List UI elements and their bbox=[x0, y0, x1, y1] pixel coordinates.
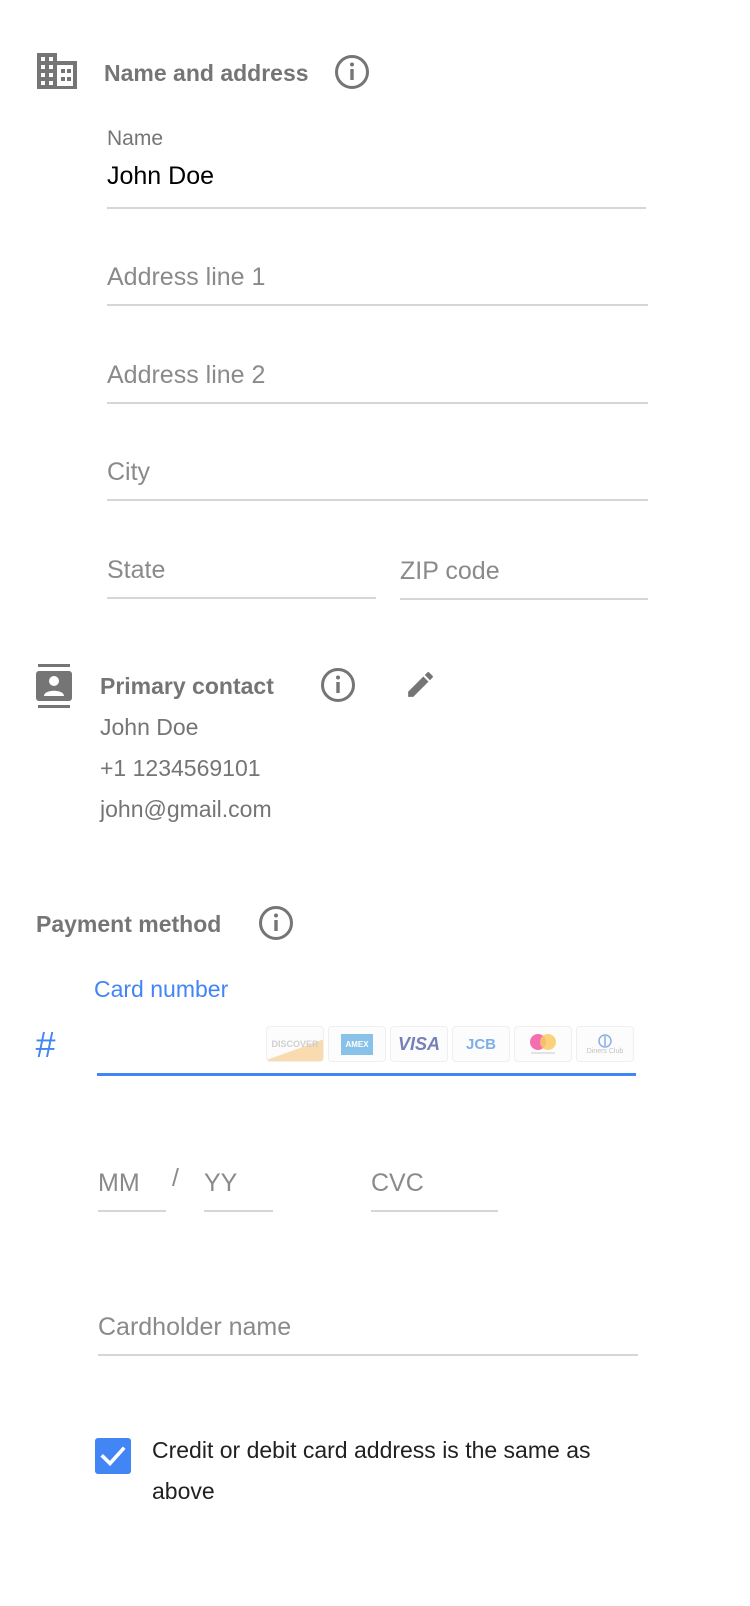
zip-code-input[interactable]: ZIP code bbox=[400, 533, 648, 600]
state-placeholder: State bbox=[107, 556, 166, 584]
mastercard-logo bbox=[514, 1026, 572, 1062]
contact-name: John Doe bbox=[100, 714, 199, 740]
contact-email: john@gmail.com bbox=[100, 796, 272, 822]
amex-logo: AMEX bbox=[328, 1026, 386, 1062]
cardholder-name-input[interactable]: Cardholder name bbox=[98, 1292, 638, 1356]
address-line-2-input[interactable]: Address line 2 bbox=[107, 338, 648, 404]
name-field[interactable]: Name John Doe bbox=[107, 120, 646, 209]
diners-club-logo: Diners Club bbox=[576, 1026, 634, 1062]
info-icon[interactable] bbox=[320, 667, 356, 703]
checkmark-icon bbox=[100, 1446, 126, 1467]
hash-icon: # bbox=[35, 1024, 56, 1065]
state-input[interactable]: State bbox=[107, 533, 376, 599]
name-label: Name bbox=[107, 127, 164, 150]
cvc-placeholder: CVC bbox=[371, 1169, 424, 1197]
zip-code-placeholder: ZIP code bbox=[400, 557, 500, 585]
same-address-checkbox[interactable] bbox=[95, 1438, 131, 1474]
visa-logo: VISA bbox=[390, 1026, 448, 1062]
expiry-year-input[interactable]: YY bbox=[204, 1148, 273, 1212]
section-title-primary-contact: Primary contact bbox=[100, 673, 274, 699]
cardholder-name-placeholder: Cardholder name bbox=[98, 1313, 292, 1341]
address-line-2-placeholder: Address line 2 bbox=[107, 361, 266, 389]
name-value: John Doe bbox=[107, 162, 215, 190]
expiry-separator: / bbox=[172, 1164, 179, 1192]
city-placeholder: City bbox=[107, 458, 151, 486]
amex-logo-text: AMEX bbox=[341, 1033, 373, 1055]
section-title-payment-method: Payment method bbox=[36, 911, 222, 937]
same-address-label[interactable]: Credit or debit card address is the same… bbox=[152, 1430, 652, 1512]
diners-club-logo-text: Diners Club bbox=[586, 1047, 624, 1055]
contact-card-icon bbox=[36, 664, 72, 708]
card-number-input[interactable]: DISCOVER AMEX VISA JCB Diners Club bbox=[97, 1020, 636, 1076]
expiry-month-input[interactable]: MM bbox=[98, 1148, 166, 1212]
address-line-1-input[interactable]: Address line 1 bbox=[107, 240, 648, 306]
info-icon[interactable] bbox=[334, 54, 370, 90]
city-input[interactable]: City bbox=[107, 435, 648, 501]
expiry-month-placeholder: MM bbox=[98, 1169, 140, 1197]
building-icon bbox=[37, 53, 77, 89]
section-title-name-address: Name and address bbox=[104, 60, 309, 86]
card-number-label: Card number bbox=[94, 976, 229, 1002]
cvc-input[interactable]: CVC bbox=[371, 1148, 498, 1212]
card-logos: DISCOVER AMEX VISA JCB Diners Club bbox=[266, 1026, 634, 1062]
pencil-icon[interactable] bbox=[404, 668, 437, 701]
jcb-logo: JCB bbox=[452, 1026, 510, 1062]
contact-phone: +1 1234569101 bbox=[100, 755, 261, 781]
address-line-1-placeholder: Address line 1 bbox=[107, 263, 266, 291]
expiry-year-placeholder: YY bbox=[204, 1169, 238, 1197]
info-icon[interactable] bbox=[258, 905, 294, 941]
discover-logo: DISCOVER bbox=[266, 1026, 324, 1062]
